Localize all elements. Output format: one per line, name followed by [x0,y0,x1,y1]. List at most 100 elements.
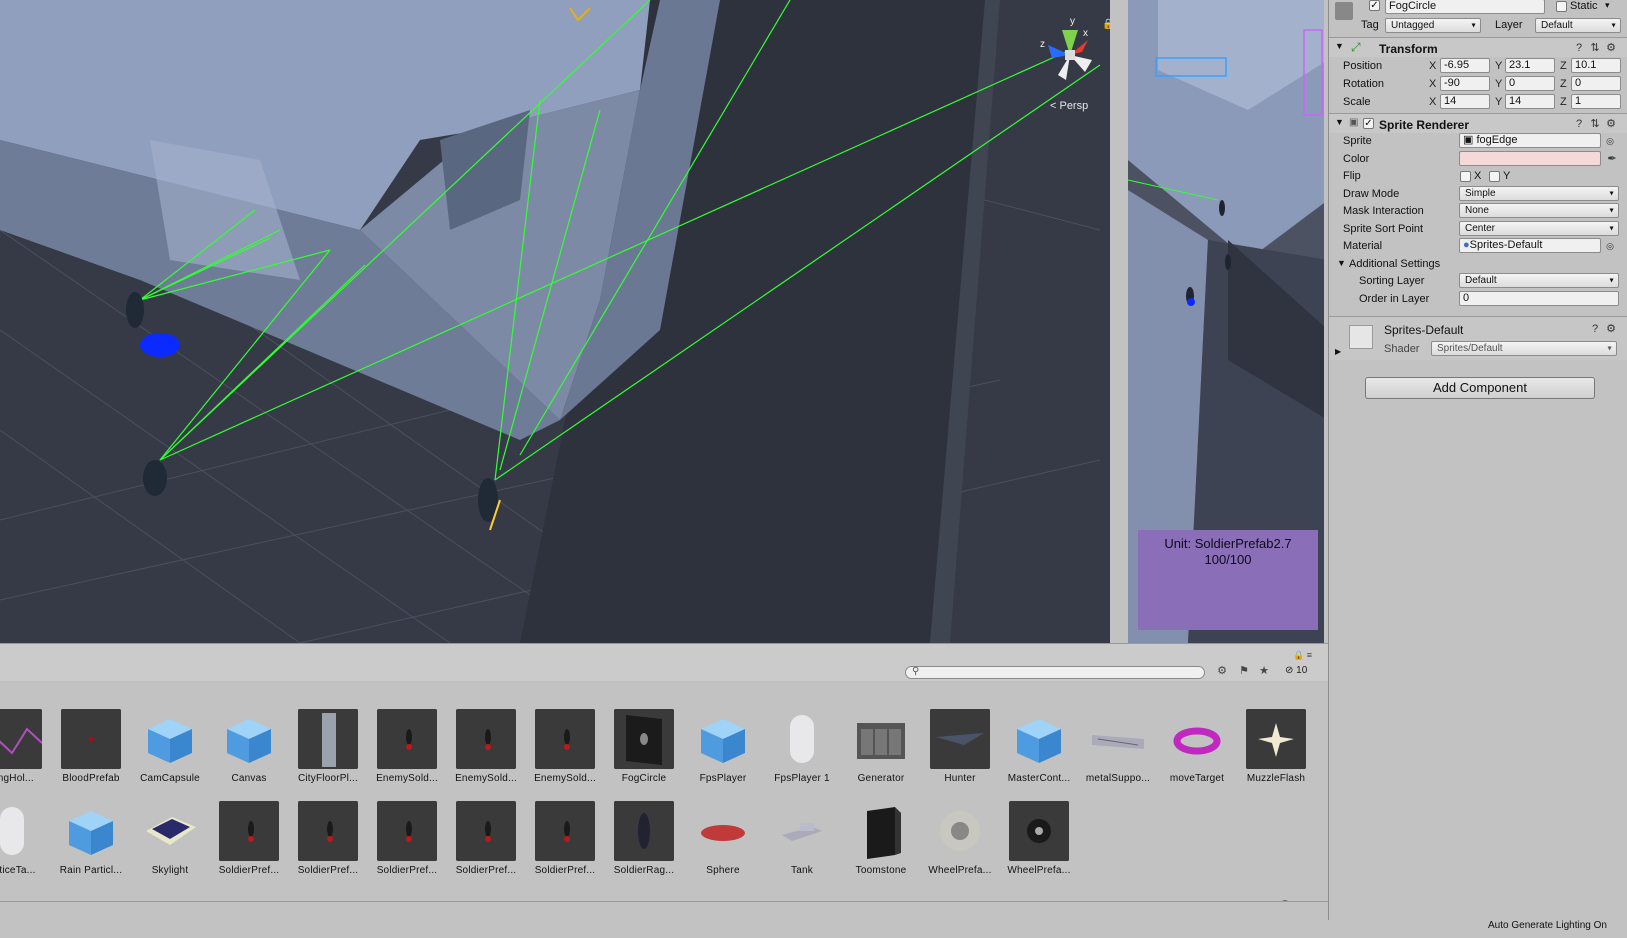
asset-item[interactable]: Sphere [687,795,759,885]
asset-item[interactable]: Rain Particl... [55,795,127,885]
favorites-star-icon[interactable]: ★ [1256,664,1272,678]
gear-icon[interactable]: ⚙ [1605,42,1617,54]
asset-item[interactable]: Generator [845,703,917,793]
asset-item[interactable]: Hunter [924,703,996,793]
asset-item[interactable]: SoldierRag... [608,795,680,885]
project-search-input[interactable]: ⚲ [905,666,1205,679]
asset-item[interactable]: metalSuppo... [1082,703,1154,793]
mask-interaction-dropdown[interactable]: None [1459,203,1619,218]
asset-item[interactable]: kingHol... [0,703,48,793]
gear-icon[interactable]: ⚙ [1605,323,1617,335]
position-z-field[interactable]: 10.1 [1571,58,1621,73]
additional-settings-row[interactable]: ▼ Additional Settings [1329,255,1627,273]
asset-item[interactable]: Canvas [213,703,285,793]
sort-point-dropdown[interactable]: Center [1459,221,1619,236]
asset-item[interactable]: moveTarget [1161,703,1233,793]
scene-view[interactable]: y z x 🔒 < Persp [0,0,1110,643]
asset-label: EnemySold... [455,773,517,784]
static-checkbox[interactable] [1556,1,1567,12]
persp-toggle[interactable]: < Persp [1050,100,1088,112]
filter-by-label-icon[interactable]: ⚑ [1236,664,1252,678]
object-picker-icon[interactable]: ◎ [1604,240,1616,252]
scale-x-field[interactable]: 14 [1440,94,1490,109]
jet-thumb [930,709,990,769]
material-field[interactable]: ●Sprites-Default [1459,238,1601,253]
asset-item[interactable]: EnemySold... [529,703,601,793]
sprite-renderer-title: Sprite Renderer [1379,118,1470,132]
flip-y-checkbox[interactable] [1489,171,1500,182]
asset-item[interactable]: WheelPrefa... [924,795,996,885]
rotation-x-field[interactable]: -90 [1440,76,1490,91]
object-name-field[interactable]: FogCircle [1385,0,1545,14]
game-view[interactable]: Unit: SoldierPrefab2.7 100/100 [1124,0,1324,643]
asset-item[interactable]: EnemySold... [371,703,443,793]
asset-item[interactable]: BloodPrefab [55,703,127,793]
asset-item[interactable]: acticeTa... [0,795,48,885]
tag-dropdown[interactable]: Untagged [1385,18,1481,33]
sprite-renderer-header[interactable]: ▼ ▣ ✓ Sprite Renderer ? ⇅ ⚙ [1329,113,1627,133]
asset-label: Skylight [151,865,189,876]
hidden-packages-count[interactable]: ⊘ 10 [1285,665,1307,676]
sprite-renderer-enabled-checkbox[interactable]: ✓ [1363,118,1374,129]
asset-item[interactable]: FpsPlayer [687,703,759,793]
unit-info-panel: Unit: SoldierPrefab2.7 100/100 [1138,530,1318,630]
tag-label: Tag [1361,19,1379,31]
position-x-field[interactable]: -6.95 [1440,58,1490,73]
asset-item[interactable]: SoldierPref... [292,795,364,885]
add-component-button[interactable]: Add Component [1365,377,1595,399]
collapse-arrow-icon[interactable]: ▼ [1335,117,1344,127]
asset-item[interactable]: EnemySold... [450,703,522,793]
order-in-layer-field[interactable]: 0 [1459,291,1619,306]
asset-item[interactable]: SoldierPref... [450,795,522,885]
collapse-arrow-icon[interactable]: ▼ [1335,41,1344,51]
asset-label: metalSuppo... [1085,773,1151,784]
color-swatch[interactable] [1459,151,1601,166]
gear-icon[interactable]: ⚙ [1605,118,1617,130]
flip-x-checkbox[interactable] [1460,171,1471,182]
lock-icon[interactable]: 🔒 [1102,18,1110,30]
building-thumb [298,709,358,769]
scale-z-field[interactable]: 1 [1571,94,1621,109]
asset-item[interactable]: MasterCont... [1003,703,1075,793]
panel-lock-icon[interactable]: 🔒 ≡ [1293,650,1312,661]
rotation-z-field[interactable]: 0 [1571,76,1621,91]
asset-item[interactable]: MuzzleFlash [1240,703,1312,793]
asset-item[interactable]: FpsPlayer 1 [766,703,838,793]
wheel-thumb [930,801,990,861]
asset-item[interactable]: Tank [766,795,838,885]
sprite-field[interactable]: ▣ fogEdge [1459,133,1601,148]
help-icon[interactable]: ? [1573,118,1585,130]
asset-item[interactable]: FogCircle [608,703,680,793]
preset-icon[interactable]: ⇅ [1589,118,1601,130]
preset-icon[interactable]: ⇅ [1589,42,1601,54]
asset-item[interactable]: SoldierPref... [213,795,285,885]
active-checkbox[interactable]: ✓ [1369,0,1380,11]
blood-thumb [61,709,121,769]
asset-item[interactable]: CityFloorPl... [292,703,364,793]
asset-item[interactable]: WheelPrefa... [1003,795,1075,885]
position-y-field[interactable]: 23.1 [1505,58,1555,73]
static-dropdown-icon[interactable]: ▾ [1605,0,1610,11]
asset-item[interactable]: Toomstone [845,795,917,885]
foldout-arrow-icon[interactable]: ▼ [1337,258,1346,268]
help-icon[interactable]: ? [1573,42,1585,54]
shader-dropdown[interactable]: Sprites/Default [1431,341,1617,356]
expand-arrow-icon[interactable]: ▶ [1335,347,1341,356]
help-icon[interactable]: ? [1589,323,1601,335]
filter-by-type-icon[interactable]: ⚙ [1214,664,1230,678]
layer-label: Layer [1495,19,1523,31]
layer-dropdown[interactable]: Default [1535,18,1621,33]
asset-item[interactable]: Skylight [134,795,206,885]
asset-item[interactable]: SoldierPref... [371,795,443,885]
asset-label: moveTarget [1169,773,1225,784]
draw-mode-dropdown[interactable]: Simple [1459,186,1619,201]
asset-item[interactable]: SoldierPref... [529,795,601,885]
sorting-layer-dropdown[interactable]: Default [1459,273,1619,288]
unit-name: Unit: SoldierPrefab2.7 [1164,536,1292,551]
asset-item[interactable]: CamCapsule [134,703,206,793]
transform-header[interactable]: ▼ ⤢ Transform ? ⇅ ⚙ [1329,37,1627,57]
rotation-y-field[interactable]: 0 [1505,76,1555,91]
object-picker-icon[interactable]: ◎ [1604,135,1616,147]
scale-y-field[interactable]: 14 [1505,94,1555,109]
eyedropper-icon[interactable]: ✒ [1606,153,1618,165]
